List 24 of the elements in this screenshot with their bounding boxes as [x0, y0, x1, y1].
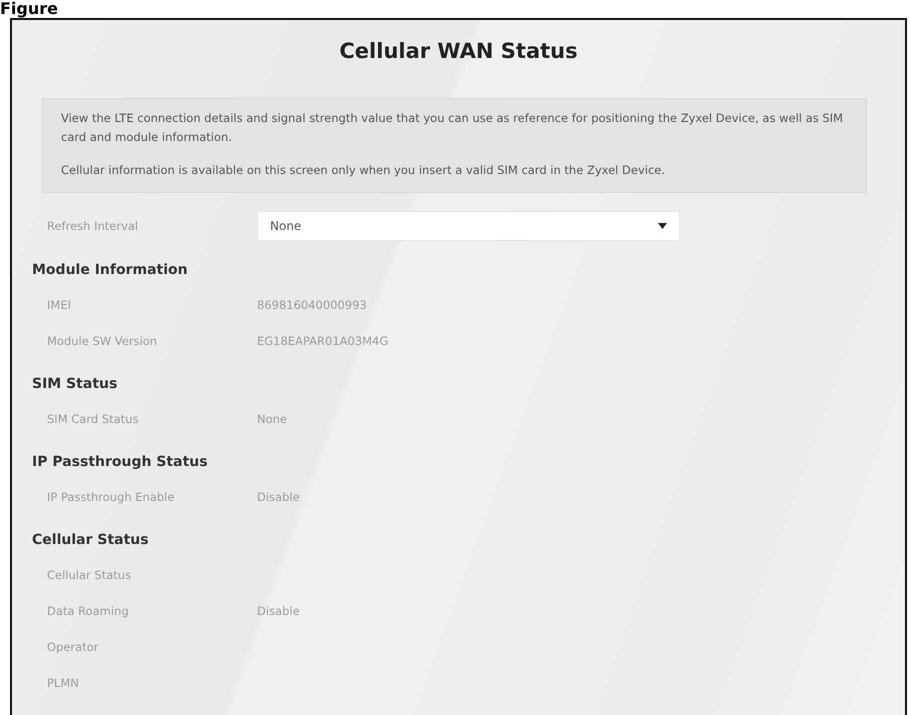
refresh-interval-dropdown[interactable]: None: [257, 211, 680, 241]
field-value: None: [257, 412, 288, 426]
field-value: 869816040000993: [257, 298, 367, 312]
page-title: Cellular WAN Status: [338, 38, 579, 65]
caret-down-icon: [658, 223, 667, 229]
field-label: Module SW Version: [47, 334, 158, 348]
field-label: Refresh Interval: [47, 219, 140, 233]
field-label: Operator: [47, 640, 100, 654]
section-heading: SIM Status: [32, 375, 118, 394]
field-label: IMEI: [47, 298, 72, 312]
section-heading: Module Information: [32, 261, 189, 280]
field-value: Disable: [257, 490, 300, 504]
field-label: IP Passthrough Enable: [47, 490, 176, 504]
field-label: PLMN: [47, 676, 80, 690]
field-value: Disable: [257, 604, 300, 618]
section-heading: Cellular Status: [32, 531, 150, 550]
info-text: View the LTE connection details and signal strength value that you can use as reference for positioning the Zyxel Device, as well as SIM card and module information.: [61, 110, 844, 146]
field-label: Cellular Status: [47, 568, 132, 582]
field-label: Data Roaming: [47, 604, 130, 618]
figure-caption: Figure: [0, 0, 58, 18]
field-label: SIM Card Status: [47, 412, 140, 426]
info-text: Cellular information is available on this screen only when you insert a valid SIM card in the Zyxel Device.: [61, 162, 666, 179]
field-value: EG18EAPAR01A03M4G: [257, 334, 388, 348]
section-heading: IP Passthrough Status: [32, 453, 209, 472]
